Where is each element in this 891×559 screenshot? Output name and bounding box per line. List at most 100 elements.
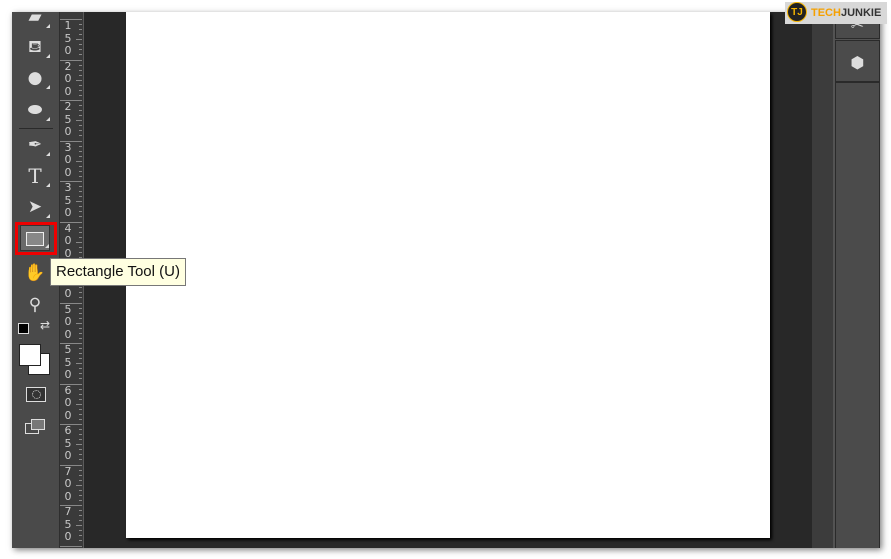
ruler-minor-tick	[79, 231, 82, 233]
ruler-minor-tick	[76, 322, 82, 324]
ruler-minor-tick	[79, 64, 82, 66]
ruler-minor-tick	[79, 368, 82, 370]
ruler-minor-tick	[79, 499, 82, 501]
ruler-label: 400	[64, 221, 72, 260]
ruler-minor-tick	[79, 150, 82, 152]
sponge-icon: ⬬	[27, 100, 43, 120]
ruler-minor-tick	[79, 353, 82, 355]
ruler-minor-tick	[79, 94, 82, 96]
ruler-minor-tick	[79, 105, 82, 107]
panel-area	[835, 82, 880, 548]
ruler-minor-tick	[79, 74, 82, 76]
ruler-label: 750	[64, 505, 72, 543]
ruler-minor-tick	[79, 216, 82, 218]
techjunkie-logo: TJ TECHJUNKIE	[785, 2, 888, 24]
type-tool[interactable]: T	[20, 163, 50, 189]
ruler-major-tick	[60, 59, 82, 61]
ruler-minor-tick	[79, 317, 82, 319]
ruler-major-tick	[60, 505, 82, 506]
ruler-minor-tick	[79, 89, 82, 91]
ruler-minor-tick	[76, 484, 82, 486]
eraser-tool[interactable]: ▰	[20, 12, 50, 30]
sponge-tool[interactable]: ⬬	[20, 97, 50, 123]
tooltip: Rectangle Tool (U)	[50, 258, 186, 286]
hand-tool[interactable]: ✋	[20, 260, 50, 286]
ruler-minor-tick	[79, 520, 82, 522]
ruler-minor-tick	[79, 439, 82, 441]
ruler-minor-tick	[79, 307, 82, 309]
ruler-minor-tick	[79, 236, 82, 238]
ruler-minor-tick	[79, 175, 82, 177]
ruler-minor-tick	[79, 479, 82, 481]
right-panel-dock: ✂ ⬢	[833, 12, 880, 548]
ruler-minor-tick	[79, 24, 82, 26]
foreground-color-swatch[interactable]	[19, 344, 41, 366]
logo-text-b: JUNKIE	[840, 7, 882, 19]
default-colors-icon[interactable]	[18, 323, 29, 334]
ruler-minor-tick	[79, 510, 82, 512]
pen-icon: ✒	[27, 135, 43, 155]
ruler-major-tick	[60, 100, 82, 101]
ruler-minor-tick	[79, 287, 82, 289]
ruler-label: 800	[63, 546, 73, 548]
swap-colors-icon[interactable]: ⇄	[40, 318, 50, 332]
blur-tool[interactable]: ●	[20, 65, 50, 91]
ruler-label: 700	[64, 464, 72, 503]
type-icon: T	[28, 164, 42, 188]
ruler-minor-tick	[76, 363, 82, 365]
ruler-major-tick	[60, 464, 82, 466]
ruler-minor-tick	[79, 332, 82, 334]
ruler-minor-tick	[79, 429, 82, 431]
ruler-minor-tick	[79, 393, 82, 395]
zoom-tool[interactable]: ⚲	[20, 292, 50, 318]
ruler-minor-tick	[79, 337, 82, 339]
ruler-minor-tick	[79, 434, 82, 436]
ruler-minor-tick	[79, 84, 82, 86]
ruler-major-tick	[60, 424, 82, 425]
ruler-minor-tick	[76, 525, 82, 527]
ruler-label: 500	[64, 302, 72, 341]
divider	[19, 128, 53, 129]
arrow-icon: ➤	[27, 197, 43, 217]
logo-mark: TJ	[787, 2, 807, 22]
document-canvas[interactable]	[126, 12, 770, 538]
logo-text-a: TECH	[811, 7, 841, 19]
ruler-minor-tick	[79, 312, 82, 314]
ruler-label: 250	[64, 100, 72, 138]
3d-panel-button[interactable]: ⬢	[835, 40, 880, 82]
ruler-minor-tick	[79, 130, 82, 132]
ruler-minor-tick	[79, 251, 82, 253]
ruler-major-tick	[60, 545, 82, 547]
ruler-minor-tick	[79, 34, 82, 36]
ruler-label: 350	[64, 181, 72, 219]
cube-icon: ⬢	[850, 53, 865, 72]
ruler-minor-tick	[79, 449, 82, 451]
ruler-minor-tick	[79, 49, 82, 51]
panel-divider	[812, 12, 833, 548]
pen-tool[interactable]: ✒	[20, 132, 50, 158]
ruler-minor-tick	[79, 165, 82, 167]
ruler-minor-tick	[79, 226, 82, 228]
ruler-minor-tick	[79, 115, 82, 117]
ruler-minor-tick	[79, 54, 82, 56]
ruler-minor-tick	[79, 358, 82, 360]
ruler-minor-tick	[79, 489, 82, 491]
paint-bucket-tool[interactable]: ⛾	[20, 34, 50, 60]
ruler-minor-tick	[79, 474, 82, 476]
ruler-minor-tick	[79, 398, 82, 400]
ruler-minor-tick	[79, 29, 82, 31]
ruler-minor-tick	[79, 44, 82, 46]
ruler-minor-tick	[79, 515, 82, 517]
ruler-minor-tick	[79, 408, 82, 410]
quick-mask-icon[interactable]	[26, 387, 46, 402]
path-selection-tool[interactable]: ➤	[20, 194, 50, 220]
ruler-minor-tick	[79, 540, 82, 542]
ruler-major-tick	[60, 302, 82, 304]
ruler-minor-tick	[79, 206, 82, 208]
ruler-minor-tick	[76, 444, 82, 446]
ruler-minor-tick	[79, 211, 82, 213]
ruler-minor-tick	[79, 191, 82, 193]
screen-mode-icon[interactable]	[25, 419, 45, 435]
ruler-label: 600	[64, 383, 72, 422]
ruler-label: 650	[64, 424, 72, 462]
